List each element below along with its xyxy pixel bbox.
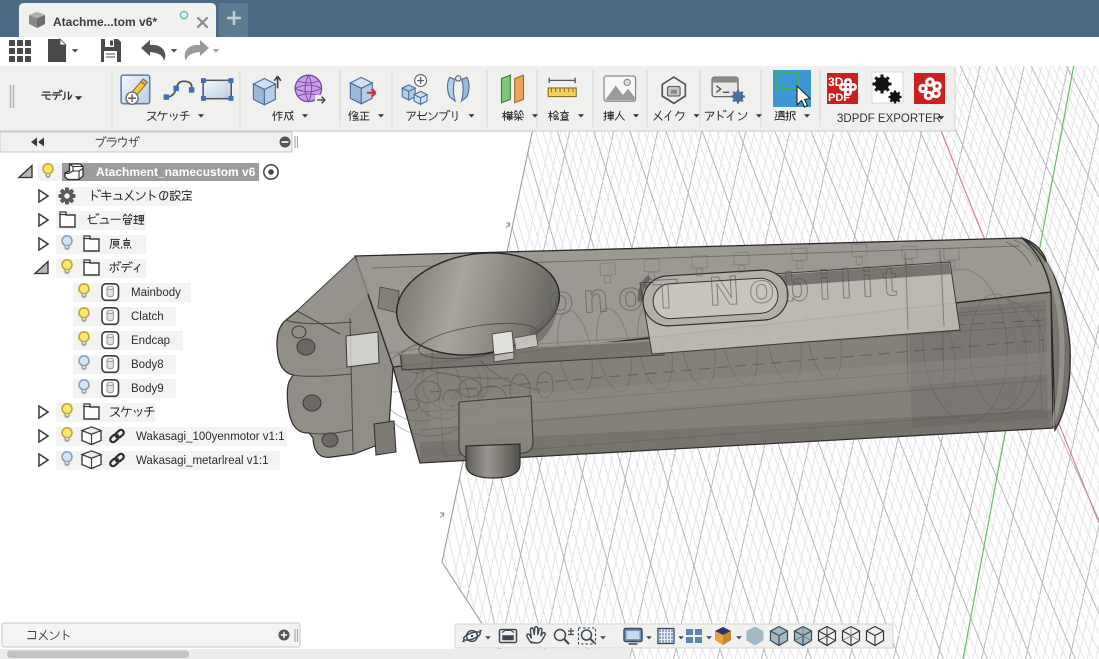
svg-text:Atachme...tom v6*: Atachme...tom v6* <box>53 15 157 29</box>
svg-text:Endcap: Endcap <box>131 335 170 347</box>
svg-text:Body9: Body9 <box>131 383 164 395</box>
svg-text:Wakasagi_100yenmotor v1:1: Wakasagi_100yenmotor v1:1 <box>136 431 285 443</box>
svg-text:Wakasagi_metarlreal v1:1: Wakasagi_metarlreal v1:1 <box>136 455 269 467</box>
svg-text:Clatch: Clatch <box>131 311 164 323</box>
svg-text:Body8: Body8 <box>131 359 164 371</box>
svg-text:3DPDF EXPORTER: 3DPDF EXPORTER <box>837 113 941 125</box>
svg-text:Mainbody: Mainbody <box>131 287 181 299</box>
svg-text:Atachment_namecustom v6: Atachment_namecustom v6 <box>96 165 256 179</box>
